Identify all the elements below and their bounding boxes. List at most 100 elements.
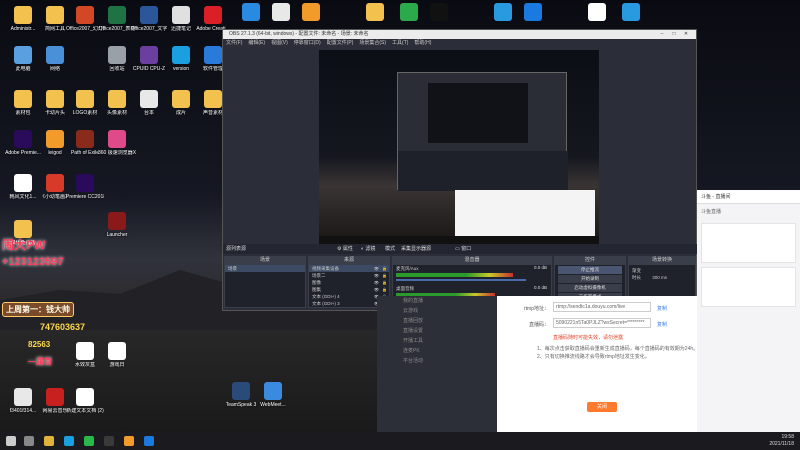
stream-key-input[interactable]: 5090221n5Ta0PJLZ?wsSecret=********* [553,318,651,328]
source-item[interactable]: 视频采集设备 👁 🔒 [309,265,389,272]
web-sidebar-item[interactable]: 直播设置 [377,326,497,336]
maximize-icon[interactable]: □ [668,30,680,39]
rtmp-input[interactable]: rtmp://sendtc1a.douyu.com/live [553,302,651,312]
overlay-rank-badge: 上周第一：钱大帅 [2,302,74,317]
visibility-icon[interactable]: 👁 [374,272,379,279]
taskbar-app-icon[interactable] [6,436,16,446]
web-sidebar-item[interactable]: 我的直播 [377,296,497,306]
app-icon [204,6,222,24]
notes: 1、每次点击获取直播码会重新生成直播码，每个直播码的有效期为24h。 2、只有切换… [517,345,702,361]
taskbar-app-icon[interactable] [104,436,114,446]
lock-icon[interactable]: 🔒 [382,286,387,293]
desktop-icon[interactable] [578,3,616,23]
taskbar-app-icon[interactable] [64,436,74,446]
taskbar-app-icon[interactable] [84,436,94,446]
preview-nested-preview [428,83,528,143]
controls-panel-title: 控件 [554,256,626,264]
desktop-icon[interactable]: Premiere CC2018 [66,174,104,200]
web-sidebar-item[interactable]: 直播回放 [377,316,497,326]
app-icon [14,90,32,108]
web-sidebar-item[interactable]: 连麦PK [377,346,497,356]
app-icon [76,6,94,24]
preview-nested-obs [397,72,568,191]
rtmp-row: rtmp地址： rtmp://sendtc1a.douyu.com/live 复… [517,302,702,314]
lock-icon[interactable]: 🔒 [382,272,387,279]
desktop-icon[interactable]: 游戏日 [98,342,136,368]
app-icon [108,90,126,108]
web-sidebar-item[interactable]: 开播工具 [377,336,497,346]
app-icon [172,90,190,108]
source-item[interactable]: 场景二 👁 🔒 [309,272,389,279]
app-icon [46,6,64,24]
app-icon [204,90,222,108]
scenes-panel[interactable]: 场景 [224,264,306,308]
stream-settings-form: rtmp地址： rtmp://sendtc1a.douyu.com/live 复… [517,302,702,412]
taskbar-app-icon[interactable] [124,436,134,446]
desktop-icon[interactable] [292,3,330,23]
volume-slider[interactable] [396,279,526,281]
obs-titlebar[interactable]: OBS 27.1.3 (64-bit, windows) - 配置文件: 未命名… [223,30,696,39]
transition-duration-field[interactable]: 300 ms [652,275,667,280]
control-button[interactable]: 停止推流 [558,266,622,274]
visibility-icon[interactable]: 👁 [374,286,379,293]
clock-date: 2021/11/18 [769,441,794,447]
scene-item[interactable]: 场景 [225,265,305,272]
desktop-icon[interactable]: WebMeet... [254,382,292,408]
menu-item[interactable]: 视图(V) [271,40,288,46]
web-sidebar-item[interactable]: 云游戏 [377,306,497,316]
close-button[interactable]: 关闭 [587,402,617,412]
control-button[interactable]: 开始录制 [558,275,622,283]
app-icon [14,174,32,192]
scene-name-select[interactable]: 采集显示器源 [401,244,431,254]
app-icon [46,130,64,148]
source-toolbar: 源列表源 ⚙ 属性 ◐ 滤镜 模式 采集显示器源 ▭ 窗口 [223,244,698,254]
lock-icon[interactable]: 🔒 [382,265,387,272]
filters-button[interactable]: ◐ 滤镜 [361,244,375,254]
taskbar-app-icon[interactable] [144,436,154,446]
app-icon [14,388,32,406]
web-sidebar: 我的直播 云游戏 直播回放 直播设置 开播工具 连麦PK 平台活动 [377,296,497,432]
menu-item[interactable]: 配置文件(P) [327,40,354,46]
menu-item[interactable]: 场景集合(S) [359,40,386,46]
visibility-icon[interactable]: 👁 [374,265,379,272]
obs-preview[interactable] [319,50,599,244]
right-window-tab[interactable]: 斗鱼 - 直播间 [697,190,800,204]
desktop-icon[interactable] [356,3,394,23]
desktop-icon[interactable] [514,3,552,23]
window-button[interactable]: ▭ 窗口 [455,244,471,254]
web-sidebar-item[interactable]: 平台活动 [377,356,497,366]
visibility-icon[interactable]: 👁 [374,279,379,286]
desktop-icon[interactable]: Launcher [98,212,136,238]
transition-type[interactable]: 渐变 [629,267,695,274]
app-icon [140,46,158,64]
source-item[interactable]: 图集 👁 🔒 [309,286,389,293]
menu-item[interactable]: 文件(F) [226,40,242,46]
properties-button[interactable]: ⚙ 属性 [337,244,353,254]
desktop-icon[interactable]: 360 极速浏览器X [98,130,136,156]
copy-rtmp-button[interactable]: 复制 [657,305,667,312]
transition-duration-row: 时长 300 ms [629,274,695,281]
desktop-icon[interactable]: 新建文本文档 (2) [66,388,104,414]
menu-item[interactable]: 帮助(H) [414,40,431,46]
menu-item[interactable]: 工具(T) [392,40,408,46]
douyu-web-window[interactable]: 我的直播 云游戏 直播回放 直播设置 开播工具 连麦PK 平台活动 rtmp地址： rtmp… [377,296,707,432]
right-browser-window[interactable]: 斗鱼 - 直播间 斗鱼直播 [697,190,800,432]
desktop-icon[interactable] [420,3,458,23]
obs-window[interactable]: OBS 27.1.3 (64-bit, windows) - 配置文件: 未命名… [222,29,698,324]
desktop-icon[interactable] [612,3,650,23]
lock-icon[interactable]: 🔒 [382,279,387,286]
taskbar-app-icon[interactable] [44,436,54,446]
close-icon[interactable]: ✕ [680,30,692,39]
menu-item[interactable]: 编辑(E) [248,40,265,46]
control-button[interactable]: 启动虚拟摄像机 [558,284,622,292]
copy-key-button[interactable]: 复制 [657,321,667,328]
taskbar-app-icon[interactable] [24,436,34,446]
note-line: 1、每次点击获取直播码会重新生成直播码，每个直播码的有效期为24h。 [537,346,699,352]
app-icon [140,90,158,108]
clock[interactable]: 19:58 2021/11/18 [769,434,794,448]
properties-label: 属性 [342,246,353,252]
desktop-icon[interactable]: 网络 [36,46,74,72]
menu-item[interactable]: 停靠窗口(D) [294,40,321,46]
source-item[interactable]: 图像 👁 🔒 [309,279,389,286]
minimize-icon[interactable]: – [656,30,668,39]
